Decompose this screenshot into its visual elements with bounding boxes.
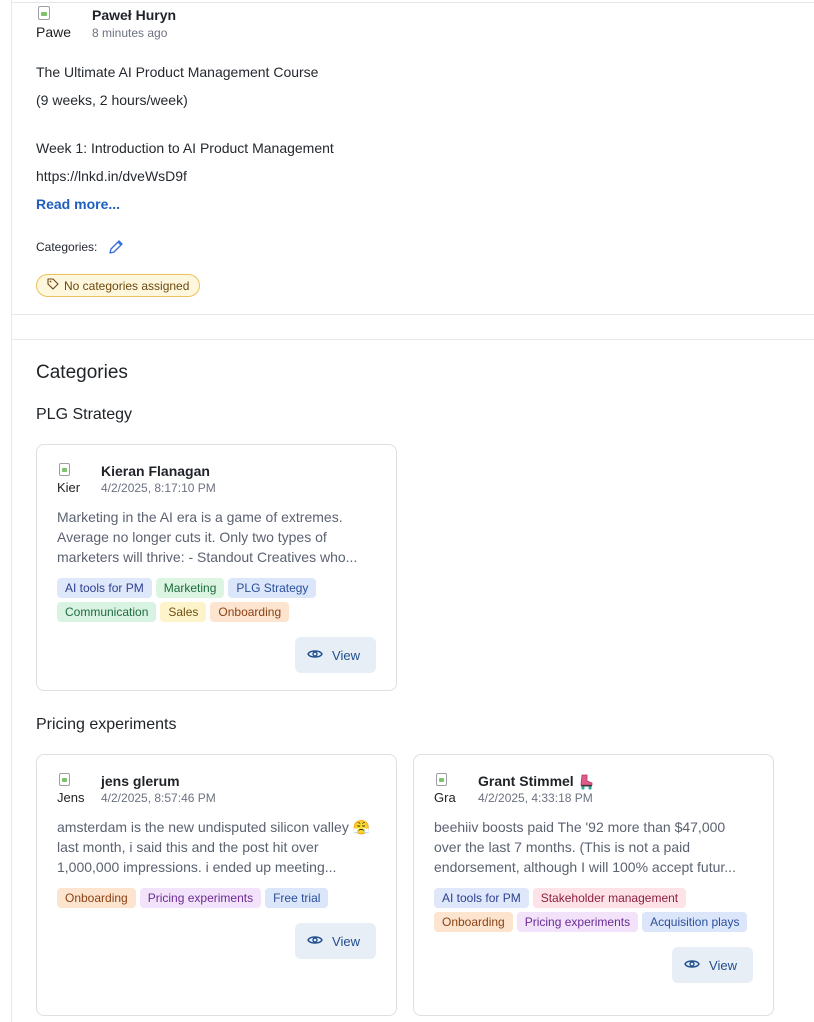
categories-heading: Categories [36,362,128,383]
avatar: Pawe [36,6,76,40]
card-time: 4/2/2025, 4:33:18 PM [478,791,593,805]
post-meta: Paweł Huryn 8 minutes ago [92,6,176,42]
card-time: 4/2/2025, 8:17:10 PM [101,481,216,495]
category-tag: PLG Strategy [228,578,317,598]
broken-image-icon [38,6,50,20]
group-title: PLG Strategy [36,406,133,423]
category-tag: Communication [57,602,157,622]
view-label: View [332,933,360,949]
card-author-name[interactable]: Kieran Flanagan [101,463,210,480]
categories-row: Categories: [36,238,796,256]
pencil-icon[interactable] [107,238,125,256]
category-tag: Pricing experiments [139,888,262,908]
eye-icon [684,958,700,973]
avatar: Jens [57,773,87,803]
avatar-alt-text: Gra [434,790,456,804]
card-meta: jens glerum 4/2/2025, 8:57:46 PM [101,773,216,807]
categories-label: Categories: [36,240,98,254]
category-tag: Stakeholder management [532,888,687,908]
avatar-alt-text: Kier [57,480,81,494]
card-header: Jens jens glerum 4/2/2025, 8:57:46 PM [57,773,376,807]
category-tag: Sales [160,602,207,622]
card-header: Gra Grant Stimmel 4/2/2025, 4:33:18 PM [434,773,753,807]
avatar-alt-text: Pawe [36,24,72,40]
roller-skate-icon [578,774,596,790]
view-button[interactable]: View [672,947,753,983]
card-time: 4/2/2025, 8:57:46 PM [101,791,216,805]
post-line: The Ultimate AI Product Management Cours… [36,64,319,80]
tag-icon [47,278,59,293]
category-tag: Acquisition plays [642,912,748,932]
group-title: Pricing experiments [36,716,177,733]
post: Pawe Paweł Huryn 8 minutes ago The Ultim… [36,6,796,297]
card-author[interactable]: Grant Stimmel [478,773,596,790]
top-divider [11,2,814,3]
category-tag: AI tools for PM [57,578,152,598]
broken-image-icon [59,773,70,786]
tag-list: AI tools for PM Marketing PLG Strategy C… [57,578,376,622]
card-header: Kier Kieran Flanagan 4/2/2025, 8:17:10 P… [57,463,376,497]
post-card: Gra Grant Stimmel 4/2/2025, 4:33:18 PM b… [413,754,774,1016]
view-button[interactable]: View [295,923,376,959]
category-tag: Onboarding [210,602,290,622]
category-tag: Onboarding [57,888,136,908]
avatar: Kier [57,463,87,493]
divider [11,339,814,340]
read-more-link[interactable]: Read more... [36,190,120,218]
card-meta: Kieran Flanagan 4/2/2025, 8:17:10 PM [101,463,216,497]
category-tag: Pricing experiments [516,912,639,932]
card-actions: View [57,637,376,690]
eye-icon [307,934,323,949]
broken-image-icon [59,463,70,476]
view-label: View [709,957,737,973]
avatar-alt-text: Jens [57,790,85,804]
card-actions: View [434,947,753,1000]
no-categories-text: No categories assigned [64,278,190,293]
post-body: The Ultimate AI Product Management Cours… [36,58,796,218]
no-categories-badge: No categories assigned [36,274,201,297]
card-author-name[interactable]: Grant Stimmel [478,773,574,790]
post-line: (9 weeks, 2 hours/week) [36,92,188,108]
category-tag: Marketing [155,578,225,598]
card-text: amsterdam is the new undisputed silicon … [57,819,371,875]
divider [11,314,814,315]
card-author[interactable]: jens glerum [101,773,216,790]
post-card: Kier Kieran Flanagan 4/2/2025, 8:17:10 P… [36,444,397,691]
avatar: Gra [434,773,464,803]
view-button[interactable]: View [295,637,376,673]
card-author-name[interactable]: jens glerum [101,773,180,790]
post-author[interactable]: Paweł Huryn [92,6,176,24]
post-header: Pawe Paweł Huryn 8 minutes ago [36,6,796,42]
view-label: View [332,647,360,663]
eye-icon [307,648,323,663]
card-actions: View [57,923,376,976]
category-tag: Free trial [265,888,329,908]
tag-list: AI tools for PM Stakeholder management O… [434,888,753,932]
card-meta: Grant Stimmel 4/2/2025, 4:33:18 PM [478,773,596,807]
card-text: beehiiv boosts paid The '92 more than $4… [434,819,736,875]
card-author[interactable]: Kieran Flanagan [101,463,216,480]
category-tag: Onboarding [434,912,513,932]
post-line: Week 1: Introduction to AI Product Manag… [36,140,334,156]
post-link[interactable]: https://lnkd.in/dveWsD9f [36,162,796,190]
post-card: Jens jens glerum 4/2/2025, 8:57:46 PM am… [36,754,397,1016]
post-time: 8 minutes ago [92,26,168,40]
card-text: Marketing in the AI era is a game of ext… [57,509,358,565]
tag-list: Onboarding Pricing experiments Free tria… [57,888,376,908]
broken-image-icon [436,773,447,786]
category-tag: AI tools for PM [434,888,529,908]
